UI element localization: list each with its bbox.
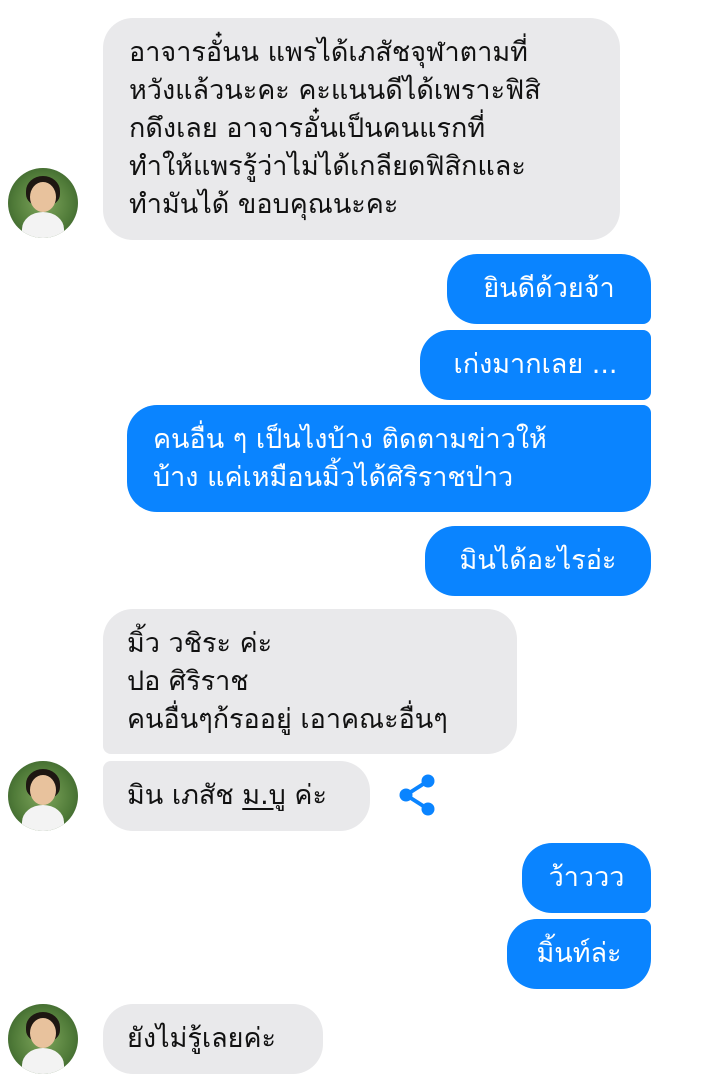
- avatar-shirt: [22, 212, 64, 238]
- message-text: อาจารอั๋นน แพรได้เภสัชจุฬาตามที่ หวังแล้…: [129, 37, 541, 220]
- message-bubble-outgoing[interactable]: เก่งมากเลย ...: [420, 330, 651, 400]
- avatar-face: [30, 775, 56, 805]
- message-link[interactable]: ม.บู: [242, 777, 286, 815]
- message-text: มิ้นท์ล่ะ: [536, 938, 622, 969]
- contact-avatar[interactable]: [8, 761, 78, 831]
- avatar-shirt: [22, 805, 64, 831]
- message-bubble-incoming[interactable]: มิ้ว วชิระ ค่ะ ปอ ศิริราช คนอื่นๆก้รออยู…: [103, 609, 517, 754]
- avatar-shirt: [22, 1048, 64, 1074]
- message-text-after-link: ค่ะ: [285, 780, 327, 811]
- message-text: เก่งมากเลย ...: [453, 349, 618, 380]
- message-text: มิ้ว วชิระ ค่ะ ปอ ศิริราช คนอื่นๆก้รออยู…: [127, 627, 448, 735]
- message-text: ยินดีด้วยจ้า: [483, 273, 615, 304]
- contact-avatar[interactable]: [8, 168, 78, 238]
- message-text: มินได้อะไรอ่ะ: [459, 545, 617, 576]
- message-bubble-outgoing[interactable]: มิ้นท์ล่ะ: [507, 919, 651, 989]
- message-bubble-incoming[interactable]: อาจารอั๋นน แพรได้เภสัชจุฬาตามที่ หวังแล้…: [103, 18, 620, 240]
- message-text: ว้าววว: [548, 862, 625, 893]
- message-bubble-incoming[interactable]: มิน เภสัช ม.บู ค่ะ: [103, 761, 370, 831]
- avatar-face: [30, 1018, 56, 1048]
- contact-avatar[interactable]: [8, 1004, 78, 1074]
- share-icon[interactable]: [396, 772, 440, 818]
- message-text-before-link: มิน เภสัช: [127, 780, 243, 811]
- message-text: ยังไม่รู้เลยค่ะ: [127, 1023, 277, 1054]
- message-bubble-outgoing[interactable]: มินได้อะไรอ่ะ: [425, 526, 651, 596]
- message-bubble-outgoing[interactable]: คนอื่น ๆ เป็นไงบ้าง ติดตามข่าวให้ บ้าง แ…: [127, 405, 651, 512]
- message-bubble-outgoing[interactable]: ยินดีด้วยจ้า: [447, 254, 651, 324]
- message-bubble-incoming[interactable]: ยังไม่รู้เลยค่ะ: [103, 1004, 323, 1074]
- message-text: คนอื่น ๆ เป็นไงบ้าง ติดตามข่าวให้ บ้าง แ…: [153, 423, 547, 493]
- message-bubble-outgoing[interactable]: ว้าววว: [522, 843, 651, 913]
- avatar-face: [30, 182, 56, 212]
